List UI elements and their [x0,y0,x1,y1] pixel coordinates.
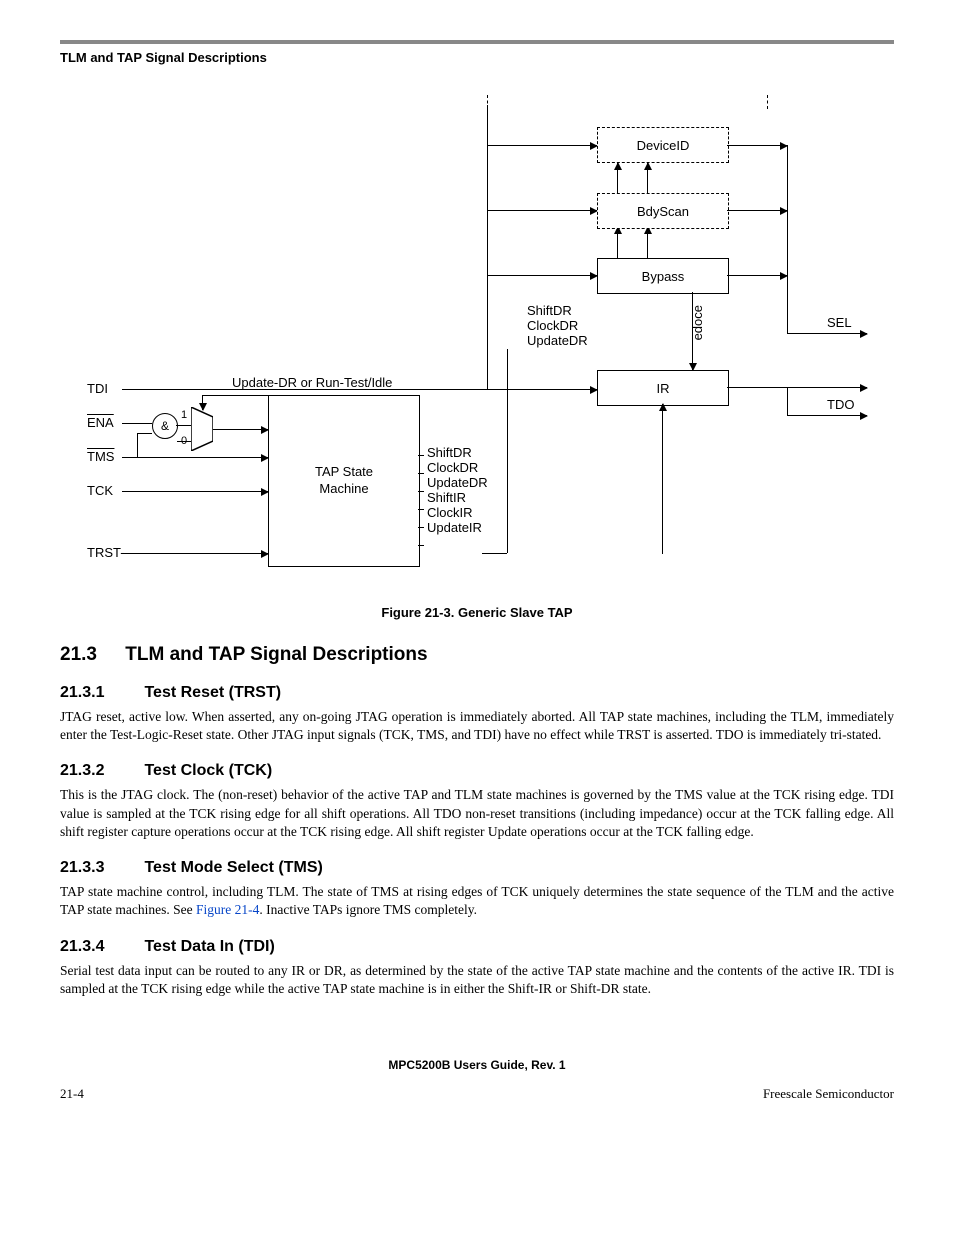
arrow-mid-up2 [647,227,648,260]
dash-top-left [487,95,488,109]
label-edoce: edoce [690,305,705,340]
wire-tdo [787,415,867,416]
stub4 [418,527,424,528]
heading-num: 21.3.4 [60,938,140,956]
sm-out-4: ClockIR [427,505,488,520]
label-tdo: TDO [827,397,854,412]
bdyscan-box: BdyScan [597,193,729,229]
mid-0: ShiftDR [527,303,588,318]
heading-21-3-2: 21.3.2 Test Clock (TCK) [60,762,894,780]
wire-sel [787,333,867,334]
wire-tck [122,491,268,492]
figure-caption: Figure 21-3. Generic Slave TAP [60,605,894,620]
heading-num: 21.3.1 [60,684,140,702]
header-rule [60,40,894,44]
label-tck: TCK [87,483,113,498]
label-ena: ENA [87,415,114,430]
heading-title: Test Reset (TRST) [144,684,281,701]
heading-21-3-3: 21.3.3 Test Mode Select (TMS) [60,859,894,877]
xref-figure-21-4[interactable]: Figure 21-4 [196,902,259,917]
wire-ena-tap [137,433,138,457]
wire-tms [122,457,268,458]
footer-org: Freescale Semiconductor [763,1086,894,1102]
running-header: TLM and TAP Signal Descriptions [60,50,894,65]
wire-mux-out [213,429,268,430]
tap-state-machine-box: TAP State Machine [268,395,420,567]
heading-num: 21.3.2 [60,762,140,780]
heading-num: 21.3 [60,644,120,666]
sm-out-0: ShiftDR [427,445,488,460]
label-tms: TMS [87,449,114,464]
para-21-3-4: Serial test data input can be routed to … [60,962,894,998]
heading-21-3-1: 21.3.1 Test Reset (TRST) [60,684,894,702]
ir-box: IR [597,370,729,406]
arrow-mid-up1 [617,227,618,260]
and-gate: & [152,413,178,439]
wire-and-out [176,425,192,426]
wire-ena [122,423,152,424]
arrow-mid-up3 [617,163,618,193]
footer-guide: MPC5200B Users Guide, Rev. 1 [60,1058,894,1072]
sm-out-5: UpdateIR [427,520,488,535]
wire-into-ir [662,404,663,554]
wire-ena-tap2 [137,433,152,434]
sm-out-1: ClockDR [427,460,488,475]
mid-1: ClockDR [527,318,588,333]
wire-bypass-out [727,275,787,276]
figure-21-3: TDI ENA TMS TCK TRST- & 1 0 TAP State Ma… [87,95,867,595]
wire-tdo-vert [787,387,788,415]
stub0 [418,455,424,456]
para-21-3-2: This is the JTAG clock. The (non-reset) … [60,786,894,841]
stub5 [418,545,424,546]
wire-mux-sel [202,395,203,410]
deviceid-box: DeviceID [597,127,729,163]
para-post: . Inactive TAPs ignore TMS completely. [259,902,477,917]
heading-num: 21.3.3 [60,859,140,877]
wire-mux-sel-h [202,395,268,396]
footer-row: 21-4 Freescale Semiconductor [60,1086,894,1102]
stub2 [418,491,424,492]
arrow-mid-up4 [647,163,648,193]
wire-deviceid-out [727,145,787,146]
heading-21-3: 21.3 TLM and TAP Signal Descriptions [60,644,894,666]
label-sel: SEL [827,315,852,330]
wire-mux0 [177,441,191,442]
wire-tdi-vert [487,105,488,389]
sm-out-3: ShiftIR [427,490,488,505]
mid-2: UpdateDR [527,333,588,348]
heading-title: TLM and TAP Signal Descriptions [125,644,427,665]
sm-out-group: ShiftDR ClockDR UpdateDR ShiftIR ClockIR… [427,445,488,535]
stub1 [418,473,424,474]
wire-ir-out [727,387,867,388]
heading-21-3-4: 21.3.4 Test Data In (TDI) [60,938,894,956]
heading-title: Test Mode Select (TMS) [144,859,322,876]
label-trst: TRST- [87,545,125,560]
label-tdi: TDI [87,381,108,396]
para-21-3-3: TAP state machine control, including TLM… [60,883,894,919]
wire-smout-vert [507,349,508,553]
wire-sel-vert [787,145,788,333]
heading-title: Test Data In (TDI) [144,938,274,955]
wire-to-bypass [487,275,597,276]
dash-top-right [767,95,768,109]
wire-smout-h [482,553,507,554]
bypass-box: Bypass [597,258,729,294]
para-21-3-1: JTAG reset, active low. When asserted, a… [60,708,894,744]
wire-trst [122,553,268,554]
sm-out-2: UpdateDR [427,475,488,490]
wire-to-deviceid [487,145,597,146]
stub3 [418,509,424,510]
mid-dr-group: ShiftDR ClockDR UpdateDR [527,303,588,348]
footer-page: 21-4 [60,1086,84,1102]
wire-to-bdyscan [487,210,597,211]
mux [191,407,213,451]
wire-bdyscan-out [727,210,787,211]
label-updatedr-runtest: Update-DR or Run-Test/Idle [232,375,392,390]
heading-title: Test Clock (TCK) [144,762,272,779]
mux-in-1: 1 [181,409,187,421]
